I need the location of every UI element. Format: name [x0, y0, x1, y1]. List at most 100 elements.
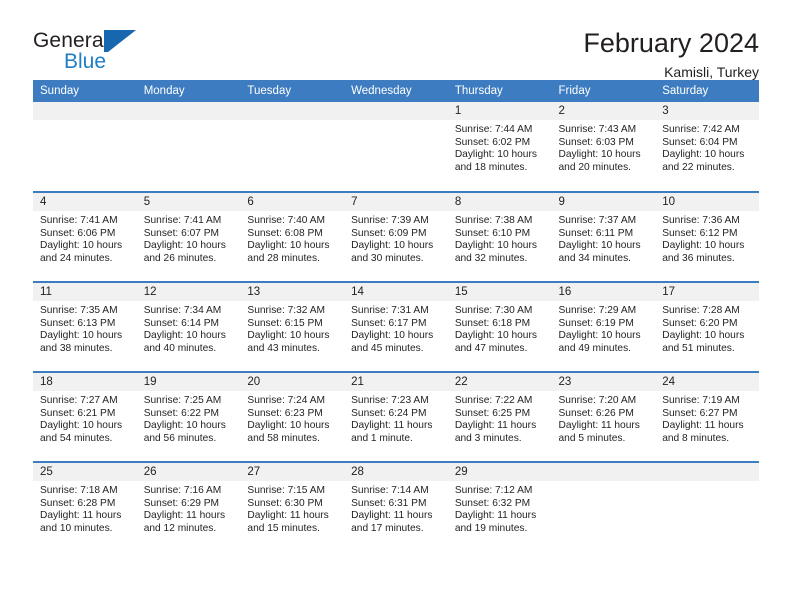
day-details: Sunrise: 7:36 AM Sunset: 6:12 PM Daylight:…	[655, 211, 759, 265]
sunset-text: Sunset: 6:15 PM	[247, 317, 323, 329]
sunset-text: Sunset: 6:10 PM	[454, 227, 531, 239]
day-details: Sunrise: 7:19 AM Sunset: 6:27 PM Daylight:…	[655, 391, 759, 445]
weekday-header-row: Sunday Monday Tuesday Wednesday Thursday…	[33, 80, 759, 102]
calendar-day-cell[interactable]: 1 Sunrise: 7:44 AM Sunset: 6:02 PM Daylight…	[447, 102, 552, 192]
daylight-text: Daylight: 10 hours and 24 minutes.	[40, 240, 123, 264]
day-details: Sunrise: 7:41 AM Sunset: 6:06 PM Daylight:…	[33, 211, 137, 265]
day-number: 20	[240, 373, 345, 391]
sunrise-text: Sunrise: 7:41 AM	[40, 215, 118, 226]
calendar-day-cell[interactable]: 29 Sunrise: 7:12 AM Sunset: 6:32 PM Dayligh…	[447, 461, 552, 552]
day-number: 14	[344, 283, 448, 301]
day-details: Sunrise: 7:20 AM Sunset: 6:26 PM Daylight:…	[552, 391, 656, 445]
calendar-day-cell[interactable]: 3 Sunrise: 7:42 AM Sunset: 6:04 PM Daylight…	[655, 102, 759, 192]
sunrise-text: Sunrise: 7:22 AM	[454, 395, 533, 406]
sunset-text: Sunset: 6:26 PM	[558, 407, 634, 419]
calendar-day-cell-empty	[655, 461, 759, 552]
calendar-day-cell[interactable]: 4 Sunrise: 7:41 AM Sunset: 6:06 PM Daylight…	[33, 191, 137, 282]
calendar-day-cell[interactable]: 5 Sunrise: 7:41 AM Sunset: 6:07 PM Daylight…	[136, 191, 241, 282]
calendar-day-cell[interactable]: 22 Sunrise: 7:22 AM Sunset: 6:25 PM Dayligh…	[447, 371, 552, 462]
calendar-day-cell[interactable]: 17 Sunrise: 7:28 AM Sunset: 6:20 PM Dayligh…	[655, 281, 759, 372]
calendar-day-cell[interactable]: 26 Sunrise: 7:16 AM Sunset: 6:29 PM Dayligh…	[136, 461, 241, 552]
day-details: Sunrise: 7:30 AM Sunset: 6:18 PM Daylight:…	[448, 301, 552, 355]
sunrise-text: Sunrise: 7:15 AM	[247, 485, 325, 496]
daylight-text: Daylight: 10 hours and 20 minutes.	[558, 149, 641, 173]
calendar-day-cell[interactable]: 28 Sunrise: 7:14 AM Sunset: 6:31 PM Dayligh…	[344, 461, 448, 552]
calendar-day-cell[interactable]: 12 Sunrise: 7:34 AM Sunset: 6:14 PM Dayligh…	[136, 281, 241, 372]
calendar-day-cell[interactable]: 2 Sunrise: 7:43 AM Sunset: 6:03 PM Daylight…	[551, 102, 656, 192]
day-details: Sunrise: 7:42 AM Sunset: 6:04 PM Daylight:…	[655, 120, 759, 174]
daylight-text: Daylight: 10 hours and 32 minutes.	[454, 240, 537, 264]
calendar-day-cell[interactable]: 15 Sunrise: 7:30 AM Sunset: 6:18 PM Dayligh…	[447, 281, 552, 372]
calendar-day-cell[interactable]: 7 Sunrise: 7:39 AM Sunset: 6:09 PM Daylight…	[344, 191, 448, 282]
calendar-day-cell[interactable]: 21 Sunrise: 7:23 AM Sunset: 6:24 PM Dayligh…	[344, 371, 448, 462]
day-number: 10	[655, 193, 759, 211]
day-details: Sunrise: 7:23 AM Sunset: 6:24 PM Daylight:…	[344, 391, 448, 445]
calendar-page: General Blue February 2024 Kamisli, Turk…	[0, 0, 792, 612]
day-details: Sunrise: 7:31 AM Sunset: 6:17 PM Daylight:…	[344, 301, 448, 355]
day-details: Sunrise: 7:29 AM Sunset: 6:19 PM Daylight:…	[552, 301, 656, 355]
daylight-text: Daylight: 11 hours and 15 minutes.	[247, 510, 329, 534]
weekday-header-monday: Monday	[136, 80, 241, 102]
day-number: 16	[551, 283, 656, 301]
day-details: Sunrise: 7:12 AM Sunset: 6:32 PM Daylight:…	[448, 481, 552, 535]
day-number: 23	[551, 373, 656, 391]
daylight-text: Daylight: 10 hours and 28 minutes.	[247, 240, 330, 264]
day-number: 24	[655, 373, 759, 391]
sunset-text: Sunset: 6:02 PM	[454, 136, 531, 148]
weekday-header-tuesday: Tuesday	[240, 80, 345, 102]
sunset-text: Sunset: 6:12 PM	[662, 227, 738, 239]
calendar-day-cell[interactable]: 10 Sunrise: 7:36 AM Sunset: 6:12 PM Dayligh…	[655, 191, 759, 282]
day-details: Sunrise: 7:41 AM Sunset: 6:07 PM Daylight:…	[137, 211, 241, 265]
calendar-day-cell[interactable]: 25 Sunrise: 7:18 AM Sunset: 6:28 PM Dayligh…	[33, 461, 137, 552]
daylight-text: Daylight: 10 hours and 47 minutes.	[454, 330, 537, 354]
sunrise-text: Sunrise: 7:30 AM	[454, 305, 533, 316]
page-title: February 2024	[583, 28, 759, 58]
calendar-day-cell[interactable]: 9 Sunrise: 7:37 AM Sunset: 6:11 PM Daylight…	[551, 191, 656, 282]
calendar-day-cell[interactable]: 18 Sunrise: 7:27 AM Sunset: 6:21 PM Dayligh…	[33, 371, 137, 462]
sunrise-text: Sunrise: 7:41 AM	[143, 215, 222, 226]
day-details: Sunrise: 7:27 AM Sunset: 6:21 PM Daylight:…	[33, 391, 137, 445]
sunrise-text: Sunrise: 7:23 AM	[351, 395, 429, 406]
day-number: 27	[240, 463, 345, 481]
daylight-text: Daylight: 11 hours and 5 minutes.	[558, 420, 640, 444]
day-details: Sunrise: 7:43 AM Sunset: 6:03 PM Daylight:…	[552, 120, 656, 174]
sunset-text: Sunset: 6:04 PM	[662, 136, 738, 148]
sunset-text: Sunset: 6:24 PM	[351, 407, 427, 419]
calendar-day-cell[interactable]: 8 Sunrise: 7:38 AM Sunset: 6:10 PM Daylight…	[447, 191, 552, 282]
daylight-text: Daylight: 10 hours and 58 minutes.	[247, 420, 330, 444]
sunrise-text: Sunrise: 7:39 AM	[351, 215, 429, 226]
sunrise-text: Sunrise: 7:44 AM	[454, 124, 533, 135]
calendar-day-cell[interactable]: 24 Sunrise: 7:19 AM Sunset: 6:27 PM Dayligh…	[655, 371, 759, 462]
daylight-text: Daylight: 10 hours and 26 minutes.	[143, 240, 226, 264]
day-number: 12	[136, 283, 241, 301]
day-details: Sunrise: 7:14 AM Sunset: 6:31 PM Daylight:…	[344, 481, 448, 535]
calendar-day-cell[interactable]: 13 Sunrise: 7:32 AM Sunset: 6:15 PM Dayligh…	[240, 281, 345, 372]
page-subtitle: Kamisli, Turkey	[664, 64, 759, 81]
sunrise-text: Sunrise: 7:38 AM	[454, 215, 533, 226]
calendar-day-cell[interactable]: 14 Sunrise: 7:31 AM Sunset: 6:17 PM Dayligh…	[344, 281, 448, 372]
day-number: 7	[344, 193, 448, 211]
daylight-text: Daylight: 10 hours and 18 minutes.	[454, 149, 537, 173]
calendar-day-cell[interactable]: 23 Sunrise: 7:20 AM Sunset: 6:26 PM Dayligh…	[551, 371, 656, 462]
sunrise-text: Sunrise: 7:36 AM	[662, 215, 740, 226]
day-number: 3	[655, 102, 759, 120]
sunset-text: Sunset: 6:21 PM	[40, 407, 116, 419]
day-details: Sunrise: 7:24 AM Sunset: 6:23 PM Daylight:…	[240, 391, 344, 445]
day-number: 17	[655, 283, 759, 301]
calendar-day-cell[interactable]: 6 Sunrise: 7:40 AM Sunset: 6:08 PM Daylight…	[240, 191, 345, 282]
sunset-text: Sunset: 6:07 PM	[143, 227, 220, 239]
day-details: Sunrise: 7:18 AM Sunset: 6:28 PM Daylight:…	[33, 481, 137, 535]
calendar-day-cell[interactable]: 27 Sunrise: 7:15 AM Sunset: 6:30 PM Dayligh…	[240, 461, 345, 552]
calendar-day-cell[interactable]: 20 Sunrise: 7:24 AM Sunset: 6:23 PM Dayligh…	[240, 371, 345, 462]
sunrise-text: Sunrise: 7:19 AM	[662, 395, 740, 406]
calendar-day-cell[interactable]: 11 Sunrise: 7:35 AM Sunset: 6:13 PM Dayligh…	[33, 281, 137, 372]
day-details: Sunrise: 7:35 AM Sunset: 6:13 PM Daylight:…	[33, 301, 137, 355]
sunset-text: Sunset: 6:22 PM	[143, 407, 220, 419]
day-number: 18	[33, 373, 137, 391]
calendar-day-cell[interactable]: 19 Sunrise: 7:25 AM Sunset: 6:22 PM Dayligh…	[136, 371, 241, 462]
sunset-text: Sunset: 6:30 PM	[247, 497, 323, 509]
day-details: Sunrise: 7:38 AM Sunset: 6:10 PM Daylight:…	[448, 211, 552, 265]
daylight-text: Daylight: 11 hours and 19 minutes.	[454, 510, 537, 534]
day-number: 9	[551, 193, 656, 211]
calendar-day-cell[interactable]: 16 Sunrise: 7:29 AM Sunset: 6:19 PM Dayligh…	[551, 281, 656, 372]
